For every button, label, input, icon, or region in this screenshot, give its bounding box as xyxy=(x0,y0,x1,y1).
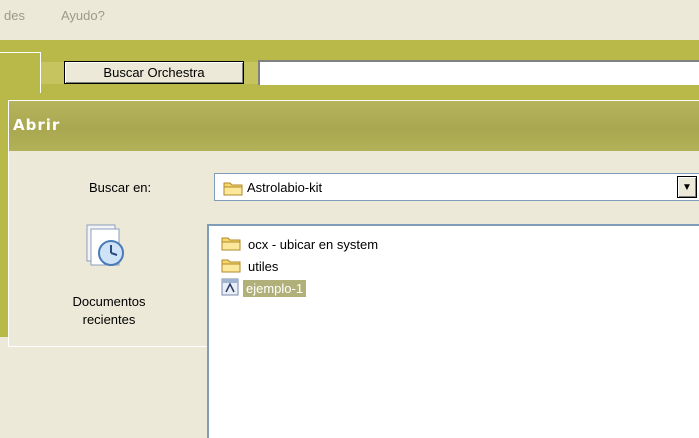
file-list[interactable]: ocx - ubicar en system utiles ejemplo-1 xyxy=(207,224,699,438)
recent-label-line1: Documentos xyxy=(72,294,146,309)
tab-corner xyxy=(0,52,41,93)
list-item[interactable]: utiles xyxy=(221,256,281,276)
recent-label-line2: recientes xyxy=(82,312,136,327)
look-in-label: Buscar en: xyxy=(89,180,152,195)
chevron-down-icon: ▼ xyxy=(682,181,692,193)
recent-documents-label: Documentos recientes xyxy=(49,293,169,329)
file-name: ejemplo-1 xyxy=(243,279,307,297)
dialog-titlebar[interactable]: Abrir xyxy=(9,101,699,151)
open-dialog: Abrir Buscar en: Astrolabio-kit ▼ Docume… xyxy=(8,100,699,438)
menu-item-partial[interactable]: des xyxy=(4,8,25,23)
dropdown-arrow-button[interactable]: ▼ xyxy=(677,176,697,198)
folder-icon xyxy=(223,180,243,199)
file-icon xyxy=(221,278,239,299)
list-item[interactable]: ocx - ubicar en system xyxy=(221,234,381,254)
list-item-selected[interactable]: ejemplo-1 xyxy=(221,278,307,299)
menu-bar: des Ayudo? xyxy=(0,0,699,40)
look-in-value: Astrolabio-kit xyxy=(247,180,323,195)
dialog-title: Abrir xyxy=(13,116,61,134)
orchestra-search-field[interactable] xyxy=(258,60,699,85)
file-name: utiles xyxy=(248,258,279,274)
folder-icon xyxy=(221,257,241,276)
menu-item-help[interactable]: Ayudo? xyxy=(61,8,105,23)
folder-icon xyxy=(221,235,241,254)
file-name: ocx - ubicar en system xyxy=(248,236,379,252)
search-orchestra-button[interactable]: Buscar Orchestra xyxy=(64,61,244,84)
recent-documents-icon xyxy=(81,221,129,272)
look-in-dropdown[interactable]: Astrolabio-kit ▼ xyxy=(214,173,699,201)
